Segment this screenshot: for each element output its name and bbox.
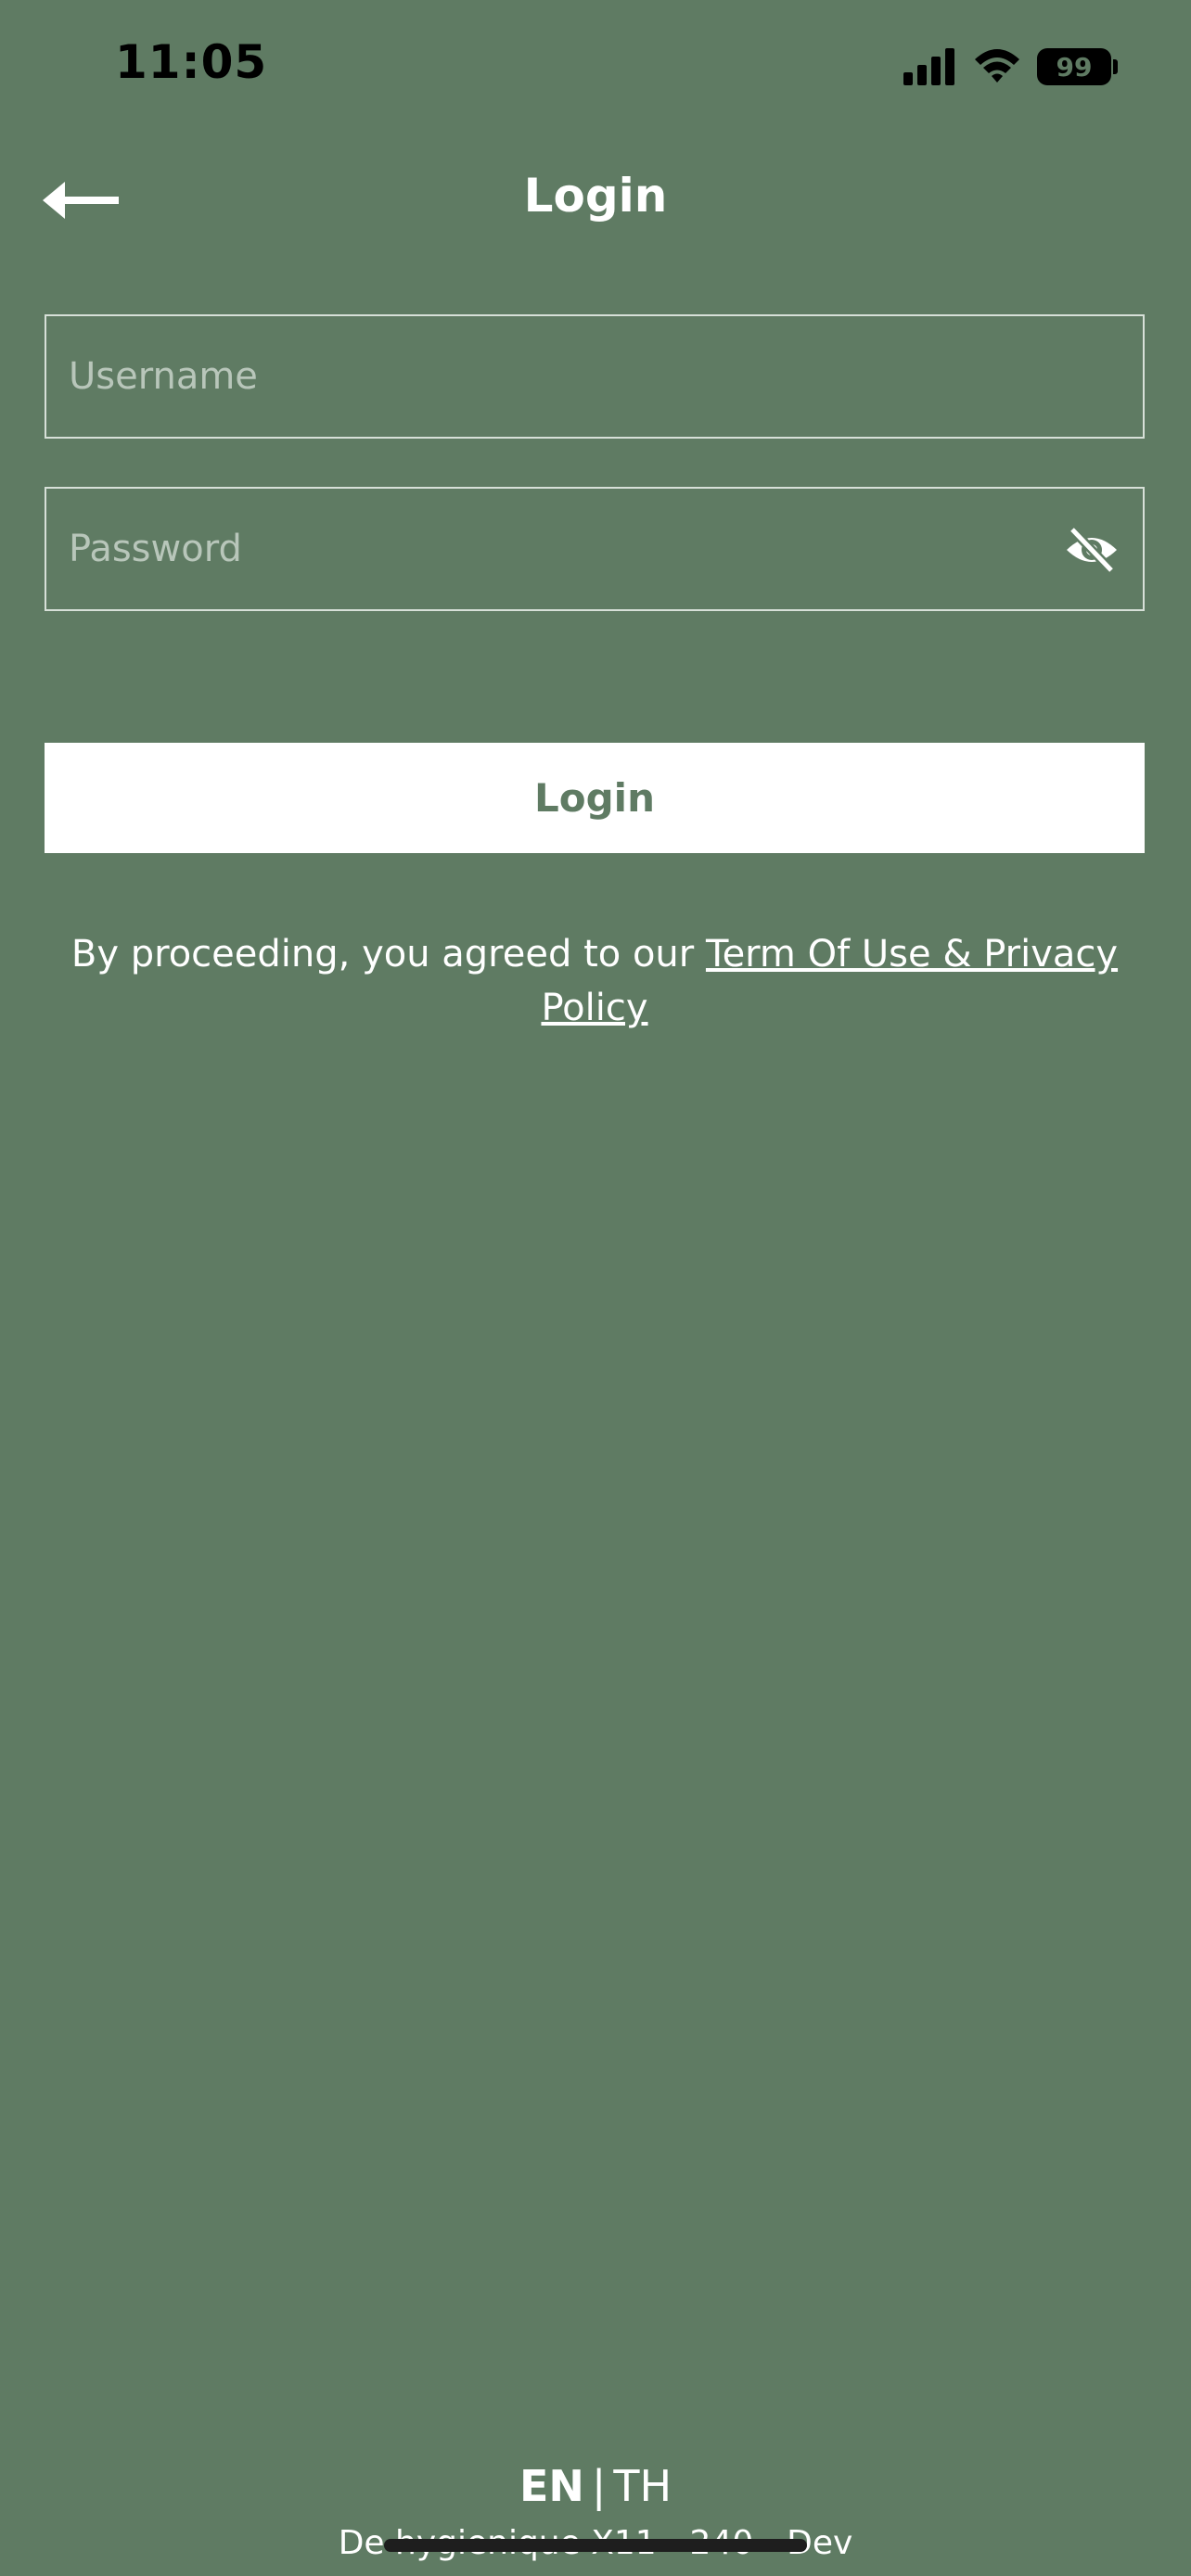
home-indicator <box>384 2539 807 2552</box>
username-input[interactable] <box>46 316 1143 437</box>
status-time: 11:05 <box>115 35 268 89</box>
eye-off-icon[interactable] <box>1065 524 1119 576</box>
terms-text: By proceeding, you agreed to our Term Of… <box>45 927 1145 1035</box>
language-switcher: EN | TH <box>0 2461 1191 2511</box>
page-title: Login <box>523 169 668 223</box>
language-separator: | <box>591 2461 607 2511</box>
login-button[interactable]: Login <box>45 743 1145 853</box>
username-field[interactable] <box>45 314 1145 439</box>
header: Login <box>0 148 1191 250</box>
signal-icon <box>903 48 954 85</box>
language-en[interactable]: EN <box>519 2461 584 2511</box>
battery-icon: 99 <box>1037 48 1111 85</box>
wifi-icon <box>975 49 1019 83</box>
password-field[interactable] <box>45 487 1145 611</box>
password-input[interactable] <box>46 489 1143 609</box>
status-bar: 11:05 99 <box>0 0 1191 130</box>
language-th[interactable]: TH <box>613 2461 672 2511</box>
battery-cap <box>1113 59 1118 74</box>
terms-prefix: By proceeding, you agreed to our <box>70 933 695 976</box>
